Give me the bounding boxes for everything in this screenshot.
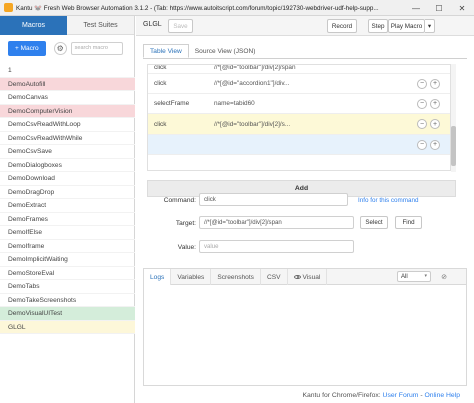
macro-toolbar: + Macro ⚙ search macro (0, 36, 135, 60)
macro-list-item[interactable]: DemoAutofill (0, 77, 135, 91)
new-macro-button[interactable]: + Macro (8, 40, 46, 56)
macro-list-item[interactable]: DemoDragDrop (0, 186, 135, 199)
macro-list-item[interactable]: DemoTakeScreenshots (0, 294, 135, 307)
macro-list-item[interactable]: DemoIfElse (0, 226, 135, 240)
chevron-down-icon: ▾ (424, 273, 427, 279)
sidebar: Macros Test Suites + Macro ⚙ search macr… (0, 16, 135, 403)
play-options-caret-icon[interactable]: ▾ (425, 19, 435, 33)
gear-icon[interactable]: ⚙ (53, 41, 67, 55)
step-button[interactable]: Step (368, 19, 388, 33)
macro-list-item[interactable]: DemoIframe (0, 240, 135, 253)
online-help-link[interactable]: Online Help (424, 392, 460, 399)
close-button[interactable]: ✕ (451, 0, 473, 16)
clear-logs-icon[interactable]: ⊘ (438, 271, 450, 282)
macro-name: GLGL (143, 21, 162, 28)
window-title: Kantu 🐭 Fresh Web Browser Automation 3.1… (16, 4, 379, 12)
sidebar-tabs: Macros Test Suites (0, 16, 135, 35)
select-button[interactable]: Select (360, 216, 388, 229)
search-macro-input[interactable]: search macro (70, 41, 123, 55)
command-cell: selectFrame (154, 100, 190, 107)
command-table: click //*[@id="toolbar"]/div[2]/span cli… (147, 64, 451, 171)
log-filter-select[interactable]: All ▾ (397, 271, 431, 282)
command-field[interactable]: click (199, 193, 348, 206)
table-row-empty[interactable]: − + (148, 135, 450, 155)
macro-list-item[interactable]: DemoComputerVision (0, 104, 135, 118)
macro-list-item[interactable]: DemoCanvas (0, 91, 135, 105)
tab-test-suites[interactable]: Test Suites (67, 16, 134, 35)
find-button[interactable]: Find (395, 216, 422, 229)
target-label: Target: (175, 220, 196, 227)
table-row[interactable]: click //*[@id="toolbar"]/div[2]/span (148, 64, 450, 74)
footer-separator: - (420, 391, 423, 399)
footer-prefix: Kantu for Chrome/Firefox: (302, 391, 381, 399)
macro-list-item[interactable]: 1 (0, 64, 135, 78)
user-forum-link[interactable]: User Forum (383, 392, 419, 399)
tab-csv[interactable]: CSV (261, 269, 288, 285)
command-cell: click (154, 120, 167, 128)
target-cell: name=tabid60 (214, 100, 255, 107)
insert-row-icon[interactable]: + (430, 98, 440, 109)
log-panel: Logs Variables Screenshots CSV Visual Al… (143, 268, 467, 386)
macro-list-item[interactable]: DemoFrames (0, 213, 135, 226)
info-command-link[interactable]: Info for this command (358, 197, 419, 204)
editor-tabs-divider (143, 58, 467, 59)
main-panel: GLGL Save Record Step Play Macro ▾ Table… (136, 16, 474, 403)
title-bar: Kantu 🐭 Fresh Web Browser Automation 3.1… (0, 0, 474, 16)
target-cell: //*[@id="accordion1"]/div... (214, 80, 290, 87)
record-button[interactable]: Record (327, 19, 357, 33)
target-cell: //*[@id="toolbar"]/div[2]/s... (214, 120, 291, 128)
tab-screenshots[interactable]: Screenshots (211, 269, 261, 285)
macro-list-item[interactable]: DemoDownload (0, 172, 135, 186)
macro-list-item[interactable]: GLGL (0, 320, 135, 334)
tab-visual-label: Visual (302, 273, 321, 281)
insert-row-icon[interactable]: + (430, 139, 440, 150)
eye-icon (293, 275, 301, 279)
insert-row-icon[interactable]: + (430, 119, 440, 129)
target-cell (214, 135, 404, 154)
command-cell (154, 135, 214, 154)
remove-row-icon[interactable]: − (417, 98, 427, 109)
tab-table-view[interactable]: Table View (143, 44, 189, 58)
tab-macros[interactable]: Macros (0, 16, 67, 35)
play-macro-button[interactable]: Play Macro (388, 19, 425, 33)
table-scroll-thumb[interactable] (451, 126, 456, 166)
maximize-button[interactable]: ☐ (428, 0, 450, 16)
table-scrollbar[interactable] (451, 64, 456, 172)
value-label: Value: (177, 244, 196, 251)
remove-row-icon[interactable]: − (417, 139, 427, 150)
tab-visual[interactable]: Visual (288, 269, 328, 285)
save-button[interactable]: Save (168, 19, 193, 33)
macro-list-item[interactable]: DemoCsvSave (0, 145, 135, 159)
table-row-selected[interactable]: click //*[@id="toolbar"]/div[2]/s... − + (148, 114, 450, 135)
editor-tabs: Table View Source View (JSON) (143, 44, 262, 58)
macro-list-item[interactable]: DemoCsvReadWithLoop (0, 118, 135, 132)
macro-list-item[interactable]: DemoTabs (0, 280, 135, 294)
insert-row-icon[interactable]: + (430, 78, 440, 89)
footer: Kantu for Chrome/Firefox: User Forum - O… (136, 387, 474, 403)
macro-list-item[interactable]: DemoImplicitWaiting (0, 253, 135, 267)
remove-row-icon[interactable]: − (417, 78, 427, 89)
kantu-logo-icon (4, 3, 13, 12)
tab-source-view[interactable]: Source View (JSON) (189, 44, 262, 58)
command-cell: click (154, 80, 167, 87)
macro-list-item[interactable]: DemoDialogboxes (0, 159, 135, 172)
tab-variables[interactable]: Variables (171, 269, 212, 285)
target-cell: //*[@id="toolbar"]/div[2]/span (214, 64, 296, 71)
target-field[interactable]: //*[@id="toolbar"]/div[2]/span (199, 216, 354, 229)
macro-list-item[interactable]: DemoExtract (0, 199, 135, 213)
command-label: Command: (163, 197, 196, 204)
log-filter-value: All (401, 273, 408, 280)
top-toolbar: GLGL Save Record Step Play Macro ▾ (136, 16, 474, 36)
value-field[interactable]: value (199, 240, 354, 253)
remove-row-icon[interactable]: − (417, 119, 427, 129)
command-cell: click (154, 64, 167, 71)
table-row[interactable]: selectFrame name=tabid60 − + (148, 94, 450, 114)
macro-list: 1 DemoAutofill DemoCanvas DemoComputerVisio… (0, 64, 135, 334)
minimize-button[interactable]: — (405, 0, 427, 16)
macro-list-item[interactable]: DemoVisualUITest (0, 307, 135, 321)
tab-logs[interactable]: Logs (144, 269, 172, 285)
macro-list-item[interactable]: DemoCsvReadWithWhile (0, 132, 135, 145)
macro-list-item[interactable]: DemoStoreEval (0, 267, 135, 280)
table-row[interactable]: click //*[@id="accordion1"]/div... − + (148, 74, 450, 94)
